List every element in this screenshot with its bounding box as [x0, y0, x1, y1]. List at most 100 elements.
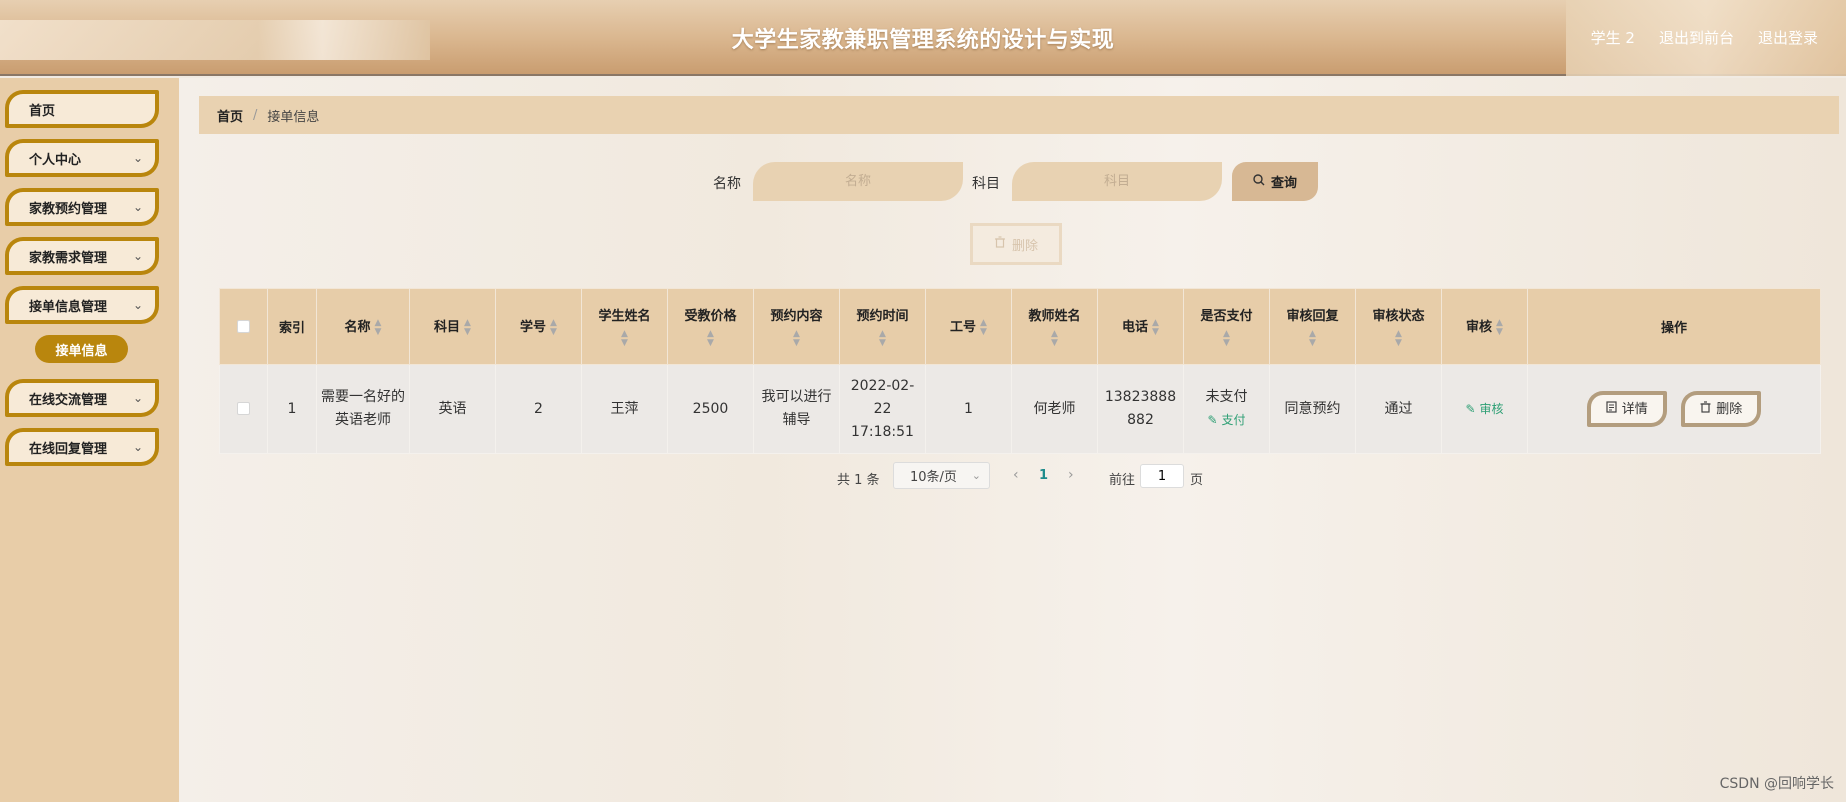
- sort-icon[interactable]: ▲ ▼: [1152, 318, 1159, 337]
- select-all-header[interactable]: [219, 288, 268, 365]
- col-paid[interactable]: 是否支付 ▲ ▼: [1183, 288, 1270, 365]
- cell-teacher: 何老师: [1011, 364, 1098, 454]
- user-label[interactable]: 学生 2: [1591, 27, 1635, 48]
- cell-index: 1: [267, 364, 317, 454]
- sort-icon[interactable]: ▲ ▼: [464, 318, 471, 337]
- top-header: 大学生家教兼职管理系统的设计与实现 学生 2 退出到前台 退出登录: [0, 0, 1846, 76]
- col-teacher[interactable]: 教师姓名 ▲ ▼: [1011, 288, 1098, 365]
- col-ops: 操作: [1527, 288, 1821, 365]
- col-phone[interactable]: 电话 ▲ ▼: [1097, 288, 1184, 365]
- page-number[interactable]: 1: [1039, 468, 1048, 483]
- cell-student-name: 王萍: [581, 364, 668, 454]
- detail-button[interactable]: 详情: [1586, 391, 1667, 427]
- col-time[interactable]: 预约时间 ▲ ▼: [839, 288, 926, 365]
- chevron-up-icon: ⌄: [132, 298, 143, 312]
- query-button-label: 查询: [1270, 176, 1297, 191]
- cell-content: 我可以进行辅导: [753, 364, 840, 454]
- next-page-icon[interactable]: ›: [1068, 467, 1074, 483]
- goto-page-input[interactable]: [1140, 464, 1184, 488]
- sort-icon[interactable]: ▲ ▼: [1184, 330, 1269, 348]
- cell-status: 通过: [1355, 364, 1442, 454]
- sort-icon[interactable]: ▲ ▼: [1496, 318, 1503, 337]
- cell-price: 2500: [667, 364, 754, 454]
- breadcrumb-separator: /: [253, 107, 258, 123]
- cell-job-no: 1: [925, 364, 1012, 454]
- table-header-row: 索引 名称 ▲ ▼ 科目 ▲ ▼ 学号 ▲ ▼ 学生姓名 ▲ ▼ 受教价格 ▲ ▼ 预约内容 ▲ ▼ 预…: [219, 288, 1821, 365]
- cell-name: 需要一名好的英语老师: [316, 364, 410, 454]
- col-index: 索引: [267, 288, 317, 365]
- sidebar-item-home[interactable]: 首页: [5, 90, 159, 128]
- prev-page-icon[interactable]: ‹: [1013, 467, 1019, 483]
- select-all-checkbox[interactable]: [237, 320, 250, 333]
- col-student-id[interactable]: 学号 ▲ ▼: [495, 288, 582, 365]
- query-button[interactable]: 查询: [1232, 162, 1318, 201]
- col-status[interactable]: 审核状态 ▲ ▼: [1355, 288, 1442, 365]
- row-checkbox[interactable]: [237, 402, 250, 415]
- pagination: 共 1 条 10条/页 ⌄ ‹ 1 › 前往 页: [179, 462, 1846, 492]
- breadcrumb-current: 接单信息: [267, 109, 320, 125]
- sidebar-item-label: 在线回复管理: [29, 441, 108, 457]
- sidebar-item-order-info[interactable]: 接单信息管理 ⌄: [5, 286, 159, 324]
- watermark: CSDN @回响学长: [1719, 776, 1834, 792]
- name-label: 名称: [713, 176, 741, 192]
- chevron-down-icon: ⌄: [132, 200, 143, 214]
- pay-link[interactable]: ✎ 支付: [1188, 409, 1265, 432]
- col-student-name[interactable]: 学生姓名 ▲ ▼: [581, 288, 668, 365]
- row-delete-label: 删除: [1716, 401, 1743, 417]
- sidebar-item-online-reply[interactable]: 在线回复管理 ⌄: [5, 428, 159, 466]
- col-subject[interactable]: 科目 ▲ ▼: [409, 288, 496, 365]
- batch-delete-button[interactable]: 删除: [970, 223, 1062, 265]
- cell-student-id: 2: [495, 364, 582, 454]
- chevron-down-icon: ⌄: [132, 151, 143, 165]
- chevron-down-icon: ⌄: [132, 249, 143, 263]
- review-link[interactable]: ✎ 审核: [1466, 402, 1504, 416]
- sort-icon[interactable]: ▲ ▼: [1356, 330, 1441, 348]
- subject-search-input[interactable]: [1012, 162, 1222, 201]
- trash-icon: [994, 236, 1006, 252]
- subject-label: 科目: [972, 176, 1000, 192]
- breadcrumb: 首页 / 接单信息: [199, 96, 1839, 134]
- page-size-value: 10条/页: [910, 470, 957, 485]
- col-reply[interactable]: 审核回复 ▲ ▼: [1269, 288, 1356, 365]
- cell-time: 2022-02-22 17:18:51: [839, 364, 926, 454]
- sidebar-item-online-chat[interactable]: 在线交流管理 ⌄: [5, 379, 159, 417]
- col-content[interactable]: 预约内容 ▲ ▼: [753, 288, 840, 365]
- col-name[interactable]: 名称 ▲ ▼: [316, 288, 410, 365]
- sidebar-item-label: 家教预约管理: [29, 201, 108, 217]
- edit-icon: ✎: [1465, 401, 1476, 416]
- sort-icon[interactable]: ▲ ▼: [980, 318, 987, 337]
- col-job-no[interactable]: 工号 ▲ ▼: [925, 288, 1012, 365]
- goto-label: 前往: [1109, 473, 1136, 488]
- sidebar: 首页 个人中心 ⌄ 家教预约管理 ⌄ 家教需求管理 ⌄ 接单信息管理 ⌄ 接单信…: [0, 78, 179, 802]
- sidebar-item-tutor-demand[interactable]: 家教需求管理 ⌄: [5, 237, 159, 275]
- back-to-front-link[interactable]: 退出到前台: [1659, 27, 1734, 48]
- document-icon: [1606, 398, 1617, 421]
- cell-reply: 同意预约: [1269, 364, 1356, 454]
- sort-icon[interactable]: ▲ ▼: [754, 330, 839, 348]
- name-search-input[interactable]: [753, 162, 963, 201]
- chevron-down-icon: ⌄: [132, 440, 143, 454]
- sidebar-item-tutor-booking[interactable]: 家教预约管理 ⌄: [5, 188, 159, 226]
- total-count: 共 1 条: [837, 473, 880, 488]
- sort-icon[interactable]: ▲ ▼: [550, 318, 557, 337]
- sort-icon[interactable]: ▲ ▼: [375, 318, 382, 337]
- sort-icon[interactable]: ▲ ▼: [668, 330, 753, 348]
- page-size-select[interactable]: 10条/页 ⌄: [893, 462, 990, 489]
- col-review[interactable]: 审核 ▲ ▼: [1441, 288, 1528, 365]
- cell-subject: 英语: [409, 364, 496, 454]
- order-info-table: 索引 名称 ▲ ▼ 科目 ▲ ▼ 学号 ▲ ▼ 学生姓名 ▲ ▼ 受教价格 ▲ ▼ 预约内容 ▲ ▼ 预…: [219, 288, 1821, 454]
- sidebar-item-personal-center[interactable]: 个人中心 ⌄: [5, 139, 159, 177]
- col-price[interactable]: 受教价格 ▲ ▼: [667, 288, 754, 365]
- header-links: 学生 2 退出到前台 退出登录: [1591, 27, 1818, 48]
- chevron-down-icon: ⌄: [132, 391, 143, 405]
- sort-icon[interactable]: ▲ ▼: [840, 330, 925, 348]
- breadcrumb-home[interactable]: 首页: [217, 106, 243, 125]
- logout-link[interactable]: 退出登录: [1758, 27, 1818, 48]
- sort-icon[interactable]: ▲ ▼: [1012, 330, 1097, 348]
- row-delete-button[interactable]: 删除: [1681, 391, 1762, 427]
- edit-icon: ✎: [1207, 413, 1218, 427]
- sidebar-subitem-order-info[interactable]: 接单信息: [35, 335, 128, 363]
- paid-status: 未支付: [1205, 389, 1248, 405]
- sort-icon[interactable]: ▲ ▼: [582, 330, 667, 348]
- sort-icon[interactable]: ▲ ▼: [1270, 330, 1355, 348]
